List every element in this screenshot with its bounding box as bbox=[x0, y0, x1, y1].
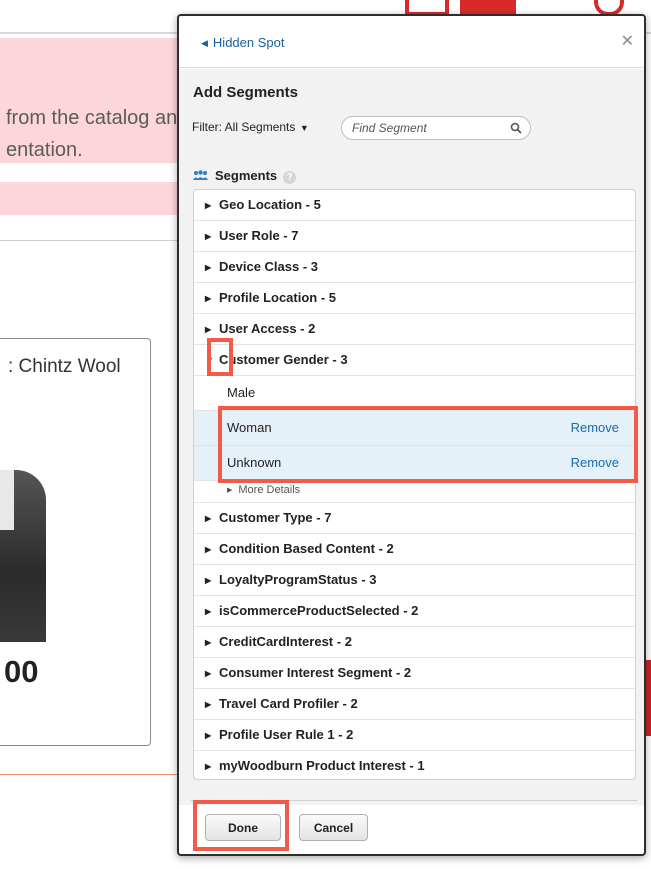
segment-label: Customer Gender - 3 bbox=[219, 352, 348, 367]
segment-label: Travel Card Profiler - 2 bbox=[219, 696, 358, 711]
collapse-arrow-icon[interactable]: ▼ bbox=[205, 345, 219, 375]
segment-customer-type[interactable]: ▶ Customer Type - 7 bbox=[194, 503, 635, 534]
background-product-image bbox=[0, 470, 46, 642]
back-link-label: Hidden Spot bbox=[212, 35, 285, 50]
segment-label: Customer Type - 7 bbox=[219, 510, 332, 525]
expand-arrow-icon[interactable]: ▶ bbox=[205, 253, 219, 283]
segment-device-class[interactable]: ▶ Device Class - 3 bbox=[194, 252, 635, 283]
segment-label: User Role - 7 bbox=[219, 228, 299, 243]
more-details-toggle[interactable]: ▶ More Details bbox=[194, 481, 635, 503]
segment-label: myWoodburn Product Interest - 1 bbox=[219, 758, 425, 773]
caret-down-icon: ▼ bbox=[297, 123, 309, 133]
segment-profile-user-rule[interactable]: ▶ Profile User Rule 1 - 2 bbox=[194, 720, 635, 751]
segment-label: Profile User Rule 1 - 2 bbox=[219, 727, 354, 742]
segment-profile-location[interactable]: ▶ Profile Location - 5 bbox=[194, 283, 635, 314]
done-button[interactable]: Done bbox=[205, 814, 281, 841]
background-product-price: 00 bbox=[4, 654, 39, 689]
segment-consumer-interest[interactable]: ▶ Consumer Interest Segment - 2 bbox=[194, 658, 635, 689]
footer-divider bbox=[191, 800, 637, 801]
filter-label: Filter: All Segments bbox=[192, 120, 296, 134]
dialog-header: ◀ Hidden Spot ✕ bbox=[179, 16, 644, 68]
segment-is-commerce-product-selected[interactable]: ▶ isCommerceProductSelected - 2 bbox=[194, 596, 635, 627]
segment-label: Geo Location - 5 bbox=[219, 197, 321, 212]
expand-arrow-icon[interactable]: ▶ bbox=[205, 659, 219, 689]
dialog-title: Add Segments bbox=[193, 84, 299, 101]
option-label: Woman bbox=[227, 420, 272, 435]
segment-label: Consumer Interest Segment - 2 bbox=[219, 665, 412, 680]
gender-option-woman[interactable]: Woman Remove bbox=[194, 411, 635, 446]
filter-dropdown[interactable]: Filter: All Segments ▼ bbox=[192, 120, 309, 134]
segments-header: Segments? bbox=[192, 168, 297, 184]
segments-header-label: Segments bbox=[215, 168, 278, 183]
background-divider-accent bbox=[0, 774, 180, 775]
segment-customer-gender[interactable]: ▼ Customer Gender - 3 bbox=[194, 345, 635, 376]
segment-mywoodburn-product-interest[interactable]: ▶ myWoodburn Product Interest - 1 bbox=[194, 751, 635, 779]
expand-arrow-icon[interactable]: ▶ bbox=[205, 535, 219, 565]
background-divider bbox=[0, 240, 180, 241]
expand-arrow-icon[interactable]: ▶ bbox=[205, 721, 219, 751]
remove-unknown-link[interactable]: Remove bbox=[571, 446, 619, 480]
add-segments-dialog: ◀ Hidden Spot ✕ Add Segments Filter: All … bbox=[177, 14, 646, 856]
search-input[interactable] bbox=[352, 121, 502, 135]
segment-label: User Access - 2 bbox=[219, 321, 316, 336]
segment-label: Device Class - 3 bbox=[219, 259, 319, 274]
expand-arrow-icon[interactable]: ▶ bbox=[205, 315, 219, 345]
back-arrow-icon: ◀ bbox=[201, 38, 208, 48]
background-product-title: : Chintz Wool bbox=[8, 356, 121, 377]
background-alert-line1: from the catalog and bbox=[6, 107, 189, 129]
segment-credit-card-interest[interactable]: ▶ CreditCardInterest - 2 bbox=[194, 627, 635, 658]
background-alert-secondary bbox=[0, 182, 180, 215]
option-label: Unknown bbox=[227, 455, 282, 470]
users-icon bbox=[193, 170, 208, 180]
expand-arrow-icon[interactable]: ▶ bbox=[205, 566, 219, 596]
gender-option-male[interactable]: Male bbox=[194, 376, 635, 411]
cancel-button[interactable]: Cancel bbox=[299, 814, 368, 841]
background-alert-line2: entation. bbox=[6, 139, 83, 161]
expand-arrow-icon: ▶ bbox=[227, 487, 233, 494]
gender-option-unknown[interactable]: Unknown Remove bbox=[194, 446, 635, 481]
help-icon[interactable]: ? bbox=[283, 171, 297, 184]
segment-user-role[interactable]: ▶ User Role - 7 bbox=[194, 221, 635, 252]
segment-search bbox=[341, 116, 531, 140]
search-icon[interactable] bbox=[510, 122, 522, 134]
more-details-label: More Details bbox=[238, 484, 301, 496]
expand-arrow-icon[interactable]: ▶ bbox=[205, 222, 219, 252]
segment-label: Profile Location - 5 bbox=[219, 290, 337, 305]
expand-arrow-icon[interactable]: ▶ bbox=[205, 504, 219, 534]
segment-condition-based-content[interactable]: ▶ Condition Based Content - 2 bbox=[194, 534, 635, 565]
segment-label: isCommerceProductSelected - 2 bbox=[219, 603, 419, 618]
expand-arrow-icon[interactable]: ▶ bbox=[205, 752, 219, 779]
segment-list: ▶ Geo Location - 5 ▶ User Role - 7 ▶ Device… bbox=[193, 189, 636, 780]
segment-label: LoyaltyProgramStatus - 3 bbox=[219, 572, 377, 587]
segment-label: CreditCardInterest - 2 bbox=[219, 634, 352, 649]
option-label: Male bbox=[227, 385, 256, 400]
expand-arrow-icon[interactable]: ▶ bbox=[205, 628, 219, 658]
segment-geo-location[interactable]: ▶ Geo Location - 5 bbox=[194, 190, 635, 221]
back-link[interactable]: ◀ Hidden Spot bbox=[201, 35, 284, 50]
expand-arrow-icon[interactable]: ▶ bbox=[205, 284, 219, 314]
expand-arrow-icon[interactable]: ▶ bbox=[205, 191, 219, 221]
segment-label: Condition Based Content - 2 bbox=[219, 541, 394, 556]
close-icon[interactable]: ✕ bbox=[621, 31, 634, 51]
segment-travel-card-profiler[interactable]: ▶ Travel Card Profiler - 2 bbox=[194, 689, 635, 720]
background-alert-text: from the catalog and entation. bbox=[6, 102, 188, 166]
expand-arrow-icon[interactable]: ▶ bbox=[205, 690, 219, 720]
remove-woman-link[interactable]: Remove bbox=[571, 411, 619, 445]
expand-arrow-icon[interactable]: ▶ bbox=[205, 597, 219, 627]
segment-loyalty-program-status[interactable]: ▶ LoyaltyProgramStatus - 3 bbox=[194, 565, 635, 596]
segment-user-access[interactable]: ▶ User Access - 2 bbox=[194, 314, 635, 345]
